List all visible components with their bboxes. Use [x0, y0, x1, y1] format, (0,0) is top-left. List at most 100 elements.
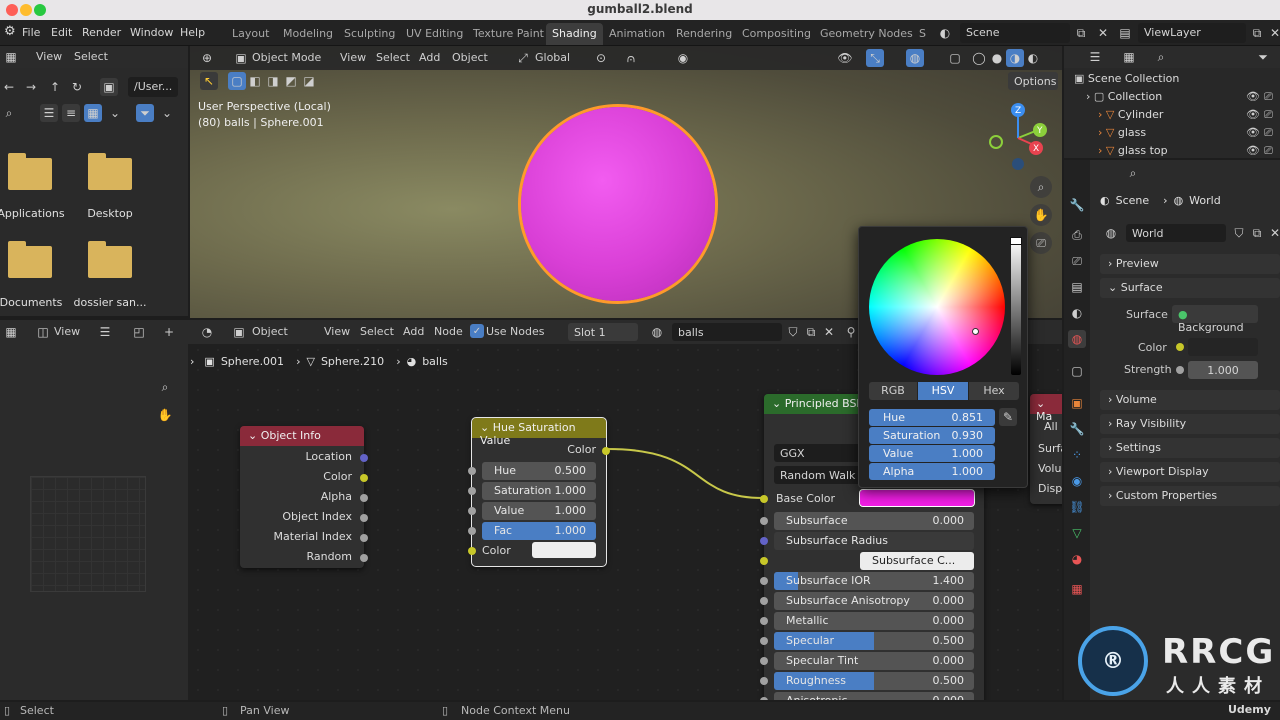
- zoom-icon[interactable]: ⌕: [156, 378, 174, 396]
- scene-selector[interactable]: Scene: [960, 23, 1070, 43]
- material-preview-icon[interactable]: ◑: [1006, 49, 1024, 67]
- picker-hue-field[interactable]: Hue 0.851: [869, 409, 995, 426]
- picker-alpha-field[interactable]: Alpha 1.000: [869, 463, 995, 480]
- wireframe-shading-icon[interactable]: ◯: [970, 49, 988, 67]
- render-tab-icon[interactable]: ⎙: [1068, 226, 1086, 244]
- hsv-hue-socket[interactable]: [468, 467, 476, 475]
- value-strip-cursor[interactable]: [1010, 237, 1022, 245]
- use-nodes-checkbox[interactable]: ✓: [470, 324, 484, 338]
- gizmo-toggle-icon[interactable]: ⤡: [866, 49, 884, 67]
- section-surface[interactable]: ⌄ Surface: [1100, 278, 1280, 298]
- scene-tab-icon[interactable]: ◐: [1068, 304, 1086, 322]
- blender-logo-icon[interactable]: ⚙: [4, 24, 16, 39]
- render-camera-icon[interactable]: ⎚: [1264, 144, 1273, 158]
- workspace-tab-layout[interactable]: Layout: [226, 23, 275, 45]
- vertical-list-icon[interactable]: ☰: [40, 104, 58, 122]
- principled-input-socket[interactable]: [760, 677, 768, 685]
- select-tool-icon[interactable]: ↖: [200, 72, 218, 90]
- material-slot-dropdown[interactable]: Slot 1: [568, 323, 638, 341]
- eyedropper-icon[interactable]: ✎: [999, 408, 1017, 426]
- snap-icon[interactable]: ⩀: [622, 49, 640, 67]
- display-mode-icon[interactable]: ▦: [1120, 48, 1138, 66]
- menu-window[interactable]: Window: [130, 26, 173, 39]
- viewport-menu-add[interactable]: Add: [419, 51, 440, 64]
- menu-file[interactable]: File: [22, 26, 40, 39]
- hsv-node-header[interactable]: ⌄ Hue Saturation Value: [472, 418, 606, 447]
- view-layer-tab-icon[interactable]: ▤: [1068, 278, 1086, 296]
- pivot-point-icon[interactable]: ⊙: [592, 49, 610, 67]
- principled-input-socket[interactable]: [760, 537, 768, 545]
- forward-arrow-icon[interactable]: →: [22, 78, 40, 96]
- menu-render[interactable]: Render: [82, 26, 121, 39]
- hsv-color-socket[interactable]: [468, 547, 476, 555]
- workspace-tab-sculpting[interactable]: Sculpting: [338, 23, 401, 45]
- data-tab-icon[interactable]: ▽: [1068, 524, 1086, 542]
- delete-view-layer-icon[interactable]: ✕: [1266, 24, 1280, 42]
- editor-type-icon[interactable]: ⊕: [198, 49, 216, 67]
- socket-alpha[interactable]: [360, 494, 368, 502]
- workspace-tab-modeling[interactable]: Modeling: [277, 23, 339, 45]
- left-editor-view-menu[interactable]: View: [54, 325, 80, 338]
- output-tab-icon[interactable]: ⎚: [1068, 252, 1086, 270]
- strength-field[interactable]: 1.000: [1188, 361, 1258, 379]
- base-color-socket[interactable]: [760, 495, 768, 503]
- breadcrumb-object[interactable]: Sphere.001: [221, 355, 284, 368]
- horizontal-list-icon[interactable]: ≡: [62, 104, 80, 122]
- material-name-field[interactable]: balls: [672, 323, 782, 341]
- workspace-tab-geometry-nodes[interactable]: Geometry Nodes: [814, 23, 919, 45]
- display-dropdown-icon[interactable]: ⌄: [106, 104, 124, 122]
- hue-saturation-value-node[interactable]: ⌄ Hue Saturation Value Color Hue 0.500 Sa…: [468, 417, 610, 567]
- select-subtract-icon[interactable]: ◨: [264, 72, 282, 90]
- workspace-tab-animation[interactable]: Animation: [603, 23, 671, 45]
- view-icon[interactable]: ◫: [34, 323, 52, 341]
- world-tab-icon[interactable]: ◍: [1068, 330, 1086, 348]
- material-output-header[interactable]: ⌄ Ma: [1030, 394, 1062, 423]
- section-settings[interactable]: › Settings: [1100, 438, 1280, 458]
- filter-icon[interactable]: ⏷: [1254, 48, 1272, 66]
- principled-input-row[interactable]: Anisotropic 0.000: [774, 692, 974, 700]
- picker-tab-hsv[interactable]: HSV: [918, 382, 968, 400]
- editor-type-icon[interactable]: ☰: [1086, 48, 1104, 66]
- proportional-edit-icon[interactable]: ◉: [674, 49, 692, 67]
- folder-label-desktop[interactable]: Desktop: [65, 207, 155, 220]
- hsv-saturation-slider[interactable]: Saturation 1.000: [482, 482, 596, 500]
- constraints-tab-icon[interactable]: ⛓: [1068, 498, 1086, 516]
- thumbnails-icon[interactable]: ▦: [84, 104, 102, 122]
- duplicate-material-icon[interactable]: ⧉: [802, 323, 820, 341]
- principled-input-row[interactable]: Metallic 0.000: [774, 612, 974, 630]
- particles-tab-icon[interactable]: ⁘: [1068, 446, 1086, 464]
- socket-location[interactable]: [360, 454, 368, 462]
- modifier-tab-icon[interactable]: 🔧: [1068, 420, 1086, 438]
- select-intersect-icon[interactable]: ◪: [300, 72, 318, 90]
- principled-input-row[interactable]: Subsurface 0.000: [774, 512, 974, 530]
- picker-saturation-field[interactable]: Saturation 0.930: [869, 427, 995, 444]
- principled-input-row[interactable]: Subsurface IOR 1.400: [774, 572, 974, 590]
- image-canvas-grid[interactable]: [30, 476, 146, 592]
- workspace-tab-compositing[interactable]: Compositing: [736, 23, 817, 45]
- world-color-swatch[interactable]: [1188, 338, 1258, 356]
- overlay-toggle-icon[interactable]: ◍: [906, 49, 924, 67]
- parent-directory-icon[interactable]: ↑: [46, 78, 64, 96]
- unlink-material-icon[interactable]: ✕: [820, 323, 838, 341]
- node-menu-node[interactable]: Node: [434, 325, 463, 338]
- search-icon[interactable]: ⌕: [1152, 48, 1170, 66]
- editor-type-icon[interactable]: ▦: [2, 48, 20, 66]
- file-menu-view[interactable]: View: [36, 50, 62, 63]
- filter-icon[interactable]: ⏷: [136, 104, 154, 122]
- workspace-tab-texture-paint[interactable]: Texture Paint: [467, 23, 550, 45]
- viewport-menu-object[interactable]: Object: [452, 51, 488, 64]
- folder-icon[interactable]: [8, 153, 52, 190]
- value-strip[interactable]: [1011, 239, 1021, 375]
- fake-user-shield-icon[interactable]: ⛉: [784, 323, 802, 341]
- socket-object-index[interactable]: [360, 514, 368, 522]
- hsv-hue-slider[interactable]: Hue 0.500: [482, 462, 596, 480]
- xray-icon[interactable]: ▢: [946, 49, 964, 67]
- section-preview[interactable]: › Preview: [1100, 254, 1280, 274]
- object-mode-dropdown[interactable]: Object Mode: [252, 51, 321, 64]
- editor-type-icon[interactable]: ◔: [198, 323, 216, 341]
- workspace-tab-shading[interactable]: Shading: [546, 23, 603, 45]
- node-menu-view[interactable]: View: [324, 325, 350, 338]
- principled-input-row[interactable]: Specular Tint 0.000: [774, 652, 974, 670]
- folder-icon[interactable]: [88, 241, 132, 278]
- duplicate-world-icon[interactable]: ⧉: [1248, 224, 1266, 242]
